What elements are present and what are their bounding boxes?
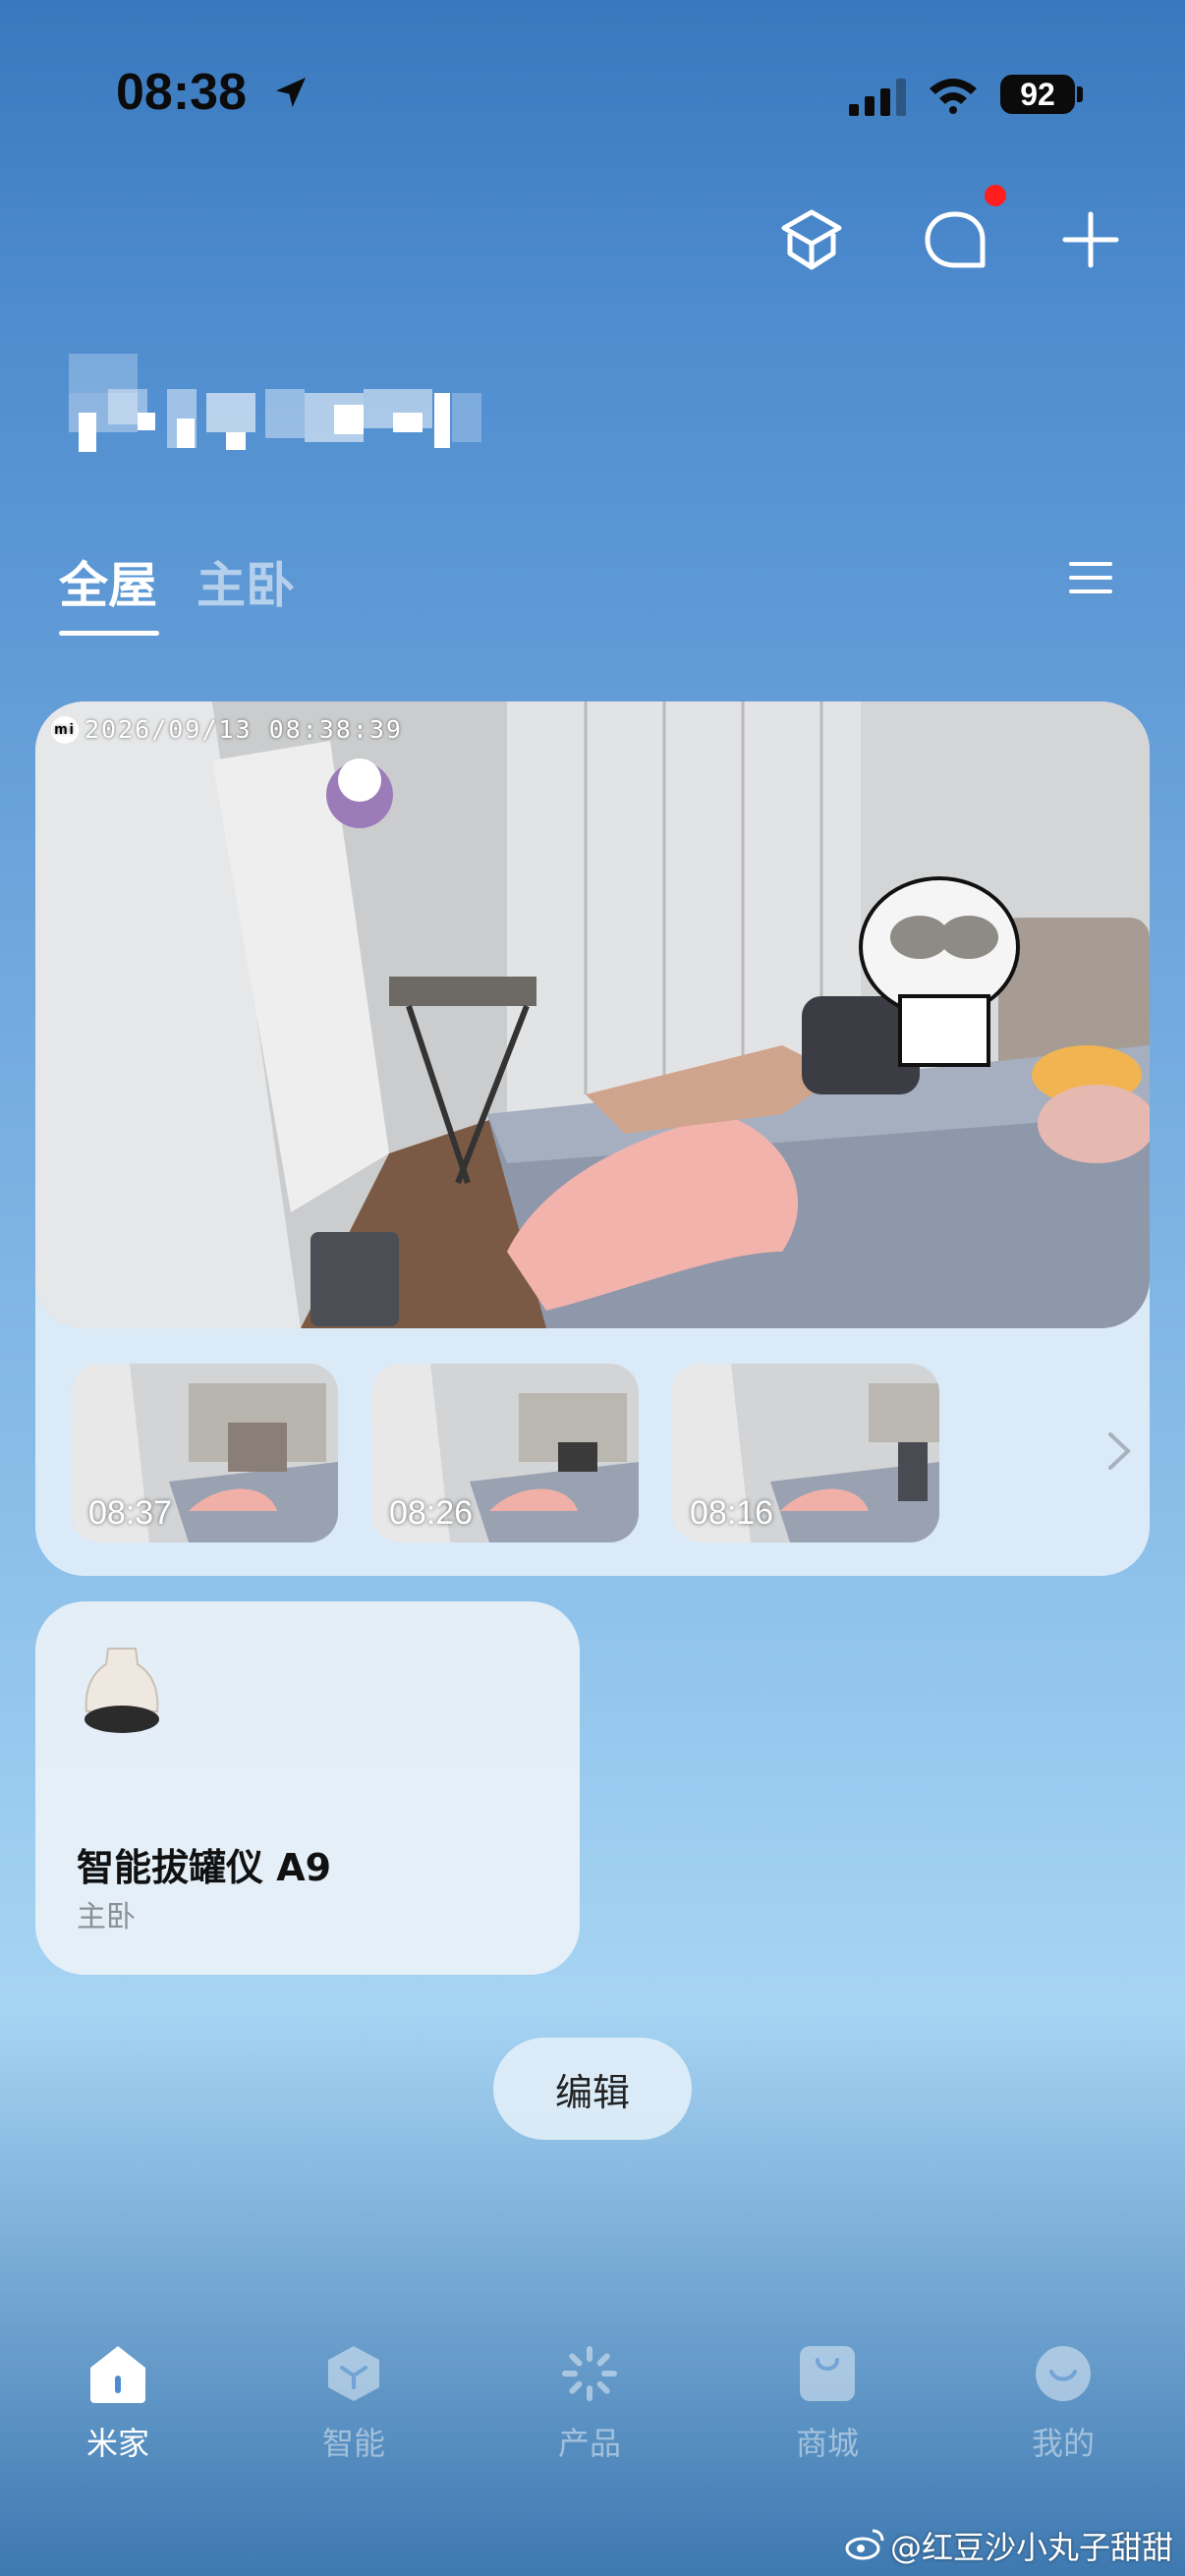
nav-item-profile[interactable]: 我的: [985, 2342, 1142, 2464]
wifi-icon: [930, 79, 977, 114]
nav-label: 智能: [321, 2425, 385, 2462]
tab-master-bedroom[interactable]: 主卧: [197, 546, 295, 617]
battery-tip: [1077, 86, 1083, 102]
nav-item-products[interactable]: 产品: [511, 2342, 668, 2464]
nav-item-home[interactable]: 米家: [39, 2342, 197, 2464]
recording-thumbnail[interactable]: 08:37: [71, 1364, 338, 1542]
battery-indicator: 92: [1000, 75, 1075, 114]
smart-cube-icon: [328, 2346, 379, 2401]
edit-button[interactable]: 编辑: [493, 2038, 692, 2140]
device-name: 智能拔罐仪 A9: [77, 1846, 332, 1889]
tab-all-home[interactable]: 全屋: [59, 546, 157, 617]
nav-item-smart[interactable]: 智能: [275, 2342, 432, 2464]
nav-label: 米家: [85, 2425, 149, 2462]
recording-thumbnail[interactable]: 08:26: [371, 1364, 639, 1542]
home-box-icon[interactable]: [776, 204, 847, 275]
profile-smile-icon: [1036, 2346, 1091, 2401]
notification-dot: [985, 185, 1006, 206]
bedroom-camera-image: [35, 701, 1150, 1328]
device-room: 主卧: [77, 1900, 136, 1934]
home-icon: [90, 2346, 145, 2403]
weibo-icon: [845, 2529, 884, 2560]
thumbnail-time: 08:26: [389, 1494, 474, 1532]
camera-live-feed[interactable]: mi 2026/09/13 08:38:39: [35, 701, 1150, 1328]
nav-label: 商城: [795, 2425, 859, 2462]
nav-label: 产品: [557, 2425, 621, 2462]
status-time: 08:38: [116, 64, 247, 121]
nav-item-store[interactable]: 商城: [749, 2342, 906, 2464]
home-name-pixelated[interactable]: [69, 354, 481, 452]
cellular-signal-icon: [849, 79, 906, 116]
cupping-device-image: [85, 1648, 159, 1733]
shopping-bag-icon: [800, 2346, 855, 2401]
menu-icon[interactable]: [1067, 558, 1114, 597]
recording-thumbnail[interactable]: 08:16: [672, 1364, 939, 1542]
location-arrow-icon: [276, 78, 306, 107]
product-sparkle-icon: [562, 2346, 617, 2401]
chevron-right-icon[interactable]: [1104, 1428, 1134, 1474]
plus-icon[interactable]: [1055, 204, 1126, 275]
thumbnail-time: 08:16: [690, 1494, 774, 1532]
watermark-text: @红豆沙小丸子甜甜: [890, 2529, 1174, 2566]
device-card[interactable]: 智能拔罐仪 A9 主卧: [35, 1601, 580, 1975]
camera-timestamp: mi 2026/09/13 08:38:39: [51, 715, 403, 744]
thumbnail-time: 08:37: [88, 1494, 173, 1532]
mi-logo-icon: mi: [51, 715, 79, 744]
chat-bubble-icon[interactable]: [920, 204, 990, 275]
nav-label: 我的: [1031, 2425, 1095, 2462]
camera-timestamp-text: 2026/09/13 08:38:39: [85, 715, 403, 744]
camera-card[interactable]: mi 2026/09/13 08:38:39 08:37 08:26 08:16: [35, 701, 1150, 1576]
tab-active-underline: [59, 631, 159, 636]
